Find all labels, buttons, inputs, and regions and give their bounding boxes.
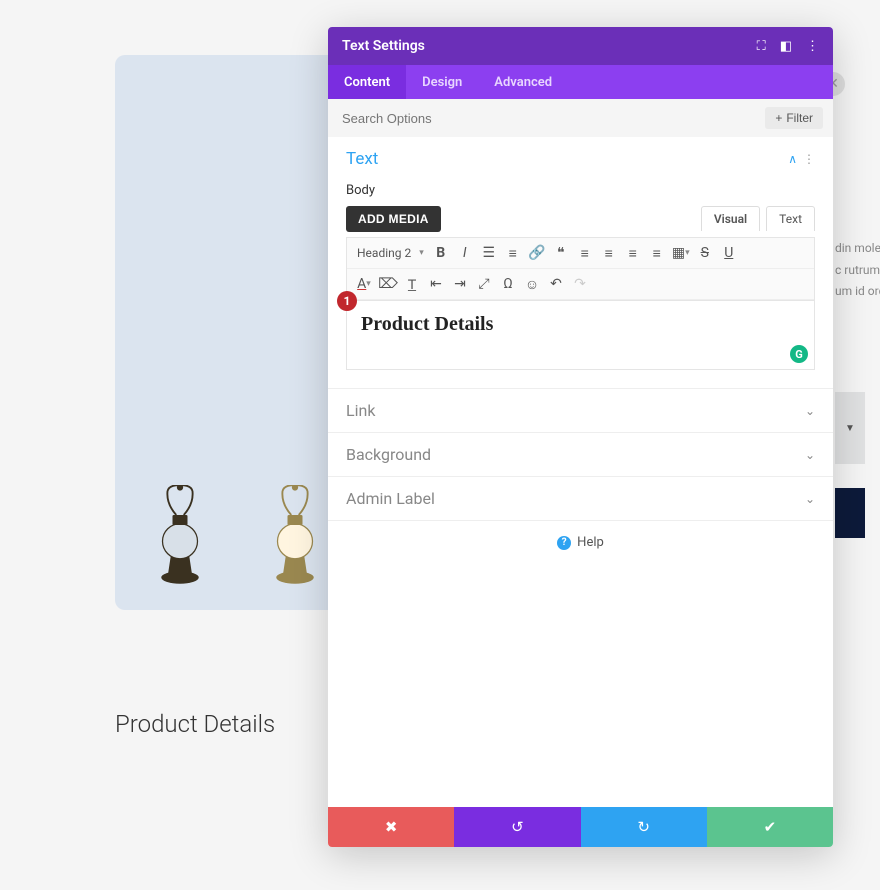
editor-heading-text: Product Details (361, 313, 800, 336)
paste-text-icon[interactable]: T̲ (401, 273, 423, 295)
plus-icon: + (775, 111, 782, 125)
side-collapse-toggle[interactable]: ▼ (835, 392, 865, 464)
page-heading: Product Details (115, 710, 275, 738)
grammarly-icon[interactable]: G (790, 345, 808, 363)
undo-icon[interactable]: ↶ (545, 273, 567, 295)
editor-content[interactable]: 1 Product Details G (346, 300, 815, 370)
cancel-button[interactable]: ✖ (328, 807, 454, 847)
chevron-up-icon: ∧ ⋮ (788, 152, 815, 166)
chevron-down-icon: ⌄ (805, 448, 815, 462)
align-right-icon[interactable]: ≡ (622, 242, 644, 264)
help-label: Help (577, 535, 604, 550)
text-color-icon[interactable]: A▾ (353, 273, 375, 295)
tab-design[interactable]: Design (406, 65, 478, 99)
clipped-paragraph: din moles c rutrum e um id orci (835, 238, 880, 303)
redo-icon[interactable]: ↷ (569, 273, 591, 295)
section-header-admin-label[interactable]: Admin Label ⌄ (328, 477, 833, 520)
kebab-icon[interactable]: ⋮ (803, 152, 815, 166)
snap-icon[interactable]: ◧ (780, 39, 792, 54)
tab-content[interactable]: Content (328, 65, 406, 99)
search-input[interactable] (342, 111, 765, 126)
align-center-icon[interactable]: ≡ (598, 242, 620, 264)
redo-button[interactable]: ↻ (581, 807, 707, 847)
section-background: Background ⌄ (328, 433, 833, 477)
settings-panel: Text Settings ⛶ ◧ ⋮ Content Design Advan… (328, 27, 833, 847)
filter-button[interactable]: + Filter (765, 107, 823, 129)
bullet-list-icon[interactable]: ☰ (478, 242, 500, 264)
emoji-icon[interactable]: ☺ (521, 273, 543, 295)
indent-icon[interactable]: ⇥ (449, 273, 471, 295)
panel-footer: ✖ ↺ ↻ ✔ (328, 807, 833, 847)
format-select[interactable]: Heading 2▾ (353, 246, 428, 260)
search-row: + Filter (328, 99, 833, 137)
side-strip (835, 488, 865, 538)
outdent-icon[interactable]: ⇤ (425, 273, 447, 295)
section-title: Text (346, 149, 378, 169)
header-actions: ⛶ ◧ ⋮ (757, 39, 819, 54)
special-char-icon[interactable]: Ω (497, 273, 519, 295)
tabs: Content Design Advanced (328, 65, 833, 99)
section-text: Text ∧ ⋮ Body ADD MEDIA Visual Text Head… (328, 137, 833, 389)
align-justify-icon[interactable]: ≡ (646, 242, 668, 264)
strikethrough-icon[interactable]: S (694, 242, 716, 264)
link-icon[interactable]: 🔗 (526, 242, 548, 264)
panel-title: Text Settings (342, 38, 425, 54)
align-left-icon[interactable]: ≡ (574, 242, 596, 264)
section-header-background[interactable]: Background ⌄ (328, 433, 833, 476)
annotation-badge: 1 (337, 291, 357, 311)
chevron-down-icon: ⌄ (805, 492, 815, 506)
help-row[interactable]: ? Help (328, 521, 833, 564)
kebab-icon[interactable]: ⋮ (806, 39, 819, 54)
close-icon: ✖ (385, 818, 398, 836)
tab-visual[interactable]: Visual (701, 206, 760, 231)
table-icon[interactable]: ▦▾ (670, 242, 692, 264)
check-icon: ✔ (764, 818, 777, 836)
panel-header[interactable]: Text Settings ⛶ ◧ ⋮ (328, 27, 833, 65)
section-header-link[interactable]: Link ⌄ (328, 389, 833, 432)
bold-icon[interactable]: B (430, 242, 452, 264)
underline-icon[interactable]: U (718, 242, 740, 264)
tab-advanced[interactable]: Advanced (478, 65, 568, 99)
numbered-list-icon[interactable]: ≡ (502, 242, 524, 264)
fullscreen-icon[interactable]: ⤢ (473, 273, 495, 295)
undo-button[interactable]: ↺ (454, 807, 580, 847)
undo-icon: ↺ (511, 818, 524, 836)
tab-text[interactable]: Text (766, 206, 815, 231)
chevron-down-icon: ⌄ (805, 404, 815, 418)
expand-icon[interactable]: ⛶ (757, 39, 766, 54)
chevron-down-icon: ▾ (419, 248, 424, 258)
section-link: Link ⌄ (328, 389, 833, 433)
body-label: Body (328, 181, 833, 206)
editor-toolbar: Heading 2▾ B I ☰ ≡ 🔗 ❝ ≡ ≡ ≡ ≡ ▦▾ S U A▾… (346, 237, 815, 300)
product-thumbnail[interactable] (255, 485, 335, 585)
section-header-text[interactable]: Text ∧ ⋮ (328, 137, 833, 181)
section-admin-label: Admin Label ⌄ (328, 477, 833, 521)
redo-icon: ↻ (637, 818, 650, 836)
italic-icon[interactable]: I (454, 242, 476, 264)
quote-icon[interactable]: ❝ (550, 242, 572, 264)
clear-format-icon[interactable]: ⌦ (377, 273, 399, 295)
add-media-button[interactable]: ADD MEDIA (346, 206, 441, 232)
product-thumbnail[interactable] (140, 485, 220, 585)
save-button[interactable]: ✔ (707, 807, 833, 847)
help-icon: ? (557, 536, 571, 550)
product-thumbnails (140, 485, 335, 585)
